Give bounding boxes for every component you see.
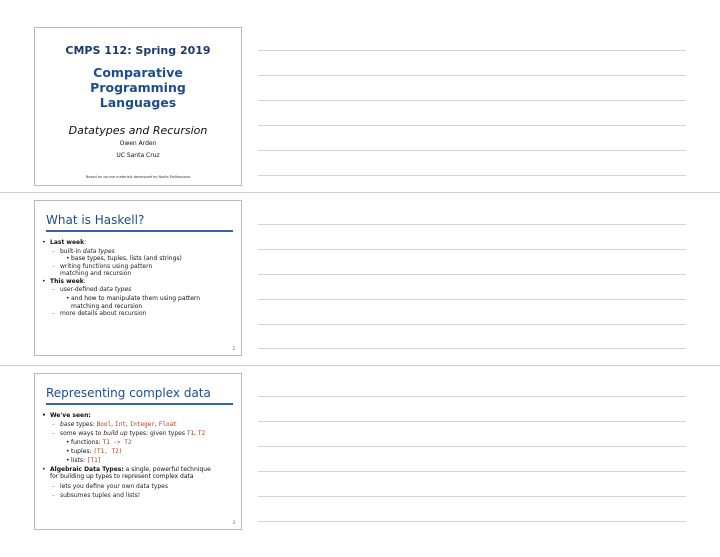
note-line bbox=[258, 471, 686, 472]
page-separator bbox=[0, 192, 720, 193]
course-name-line1: Comparative Programming bbox=[90, 65, 186, 95]
note-line bbox=[258, 274, 686, 275]
title-underline bbox=[46, 230, 233, 232]
bullet-this-week: This week: bbox=[42, 278, 235, 286]
slide-page-number: 3 bbox=[232, 520, 235, 525]
slide-title: What is Haskell? bbox=[46, 213, 145, 227]
title-underline bbox=[46, 403, 233, 405]
sub-bullet-more-details: more details about recursion bbox=[52, 310, 235, 318]
slide-thumbnail-2[interactable]: What is Haskell? Last week: built-in dat… bbox=[34, 200, 242, 356]
sub-bullet-builtin: built-in data types bbox=[52, 248, 235, 256]
institution: UC Santa Cruz bbox=[116, 152, 160, 159]
sub-bullet-subsumes: subsumes tuples and lists! bbox=[52, 492, 235, 500]
sub-sub-bullet-tuples: tuples: (T1, T2) bbox=[66, 448, 235, 456]
slide-thumbnail-3[interactable]: Representing complex data We've seen: ba… bbox=[34, 373, 242, 530]
note-line bbox=[258, 446, 686, 447]
note-line bbox=[258, 421, 686, 422]
note-line bbox=[258, 249, 686, 250]
sub-bullet-define-own: lets you define your own data types bbox=[52, 483, 235, 491]
slide-body: We've seen: base types: Bool, Int, Integ… bbox=[42, 412, 235, 500]
sub-sub-bullet-functions: functions: T1 -> T2 bbox=[66, 439, 235, 447]
author-name: Owen Arden bbox=[119, 140, 157, 147]
slide-title: Representing complex data bbox=[46, 386, 211, 400]
page-separator bbox=[0, 365, 720, 366]
sub-bullet-base-types: base types: Bool, Int, Integer, Float bbox=[52, 421, 235, 429]
sub-bullet-user-defined: user-defined data types bbox=[52, 286, 235, 294]
bullet-weve-seen: We've seen: bbox=[42, 412, 235, 420]
note-line bbox=[258, 50, 686, 51]
course-title: CMPS 112: Spring 2019 bbox=[65, 44, 211, 57]
note-line bbox=[258, 348, 686, 349]
note-line bbox=[258, 496, 686, 497]
course-name-line2: Languages bbox=[99, 95, 177, 110]
note-line bbox=[258, 175, 686, 176]
bullet-last-week: Last week: bbox=[42, 239, 235, 247]
note-line bbox=[258, 100, 686, 101]
bullet-algebraic-data-types: Algebraic Data Types: a single, powerful… bbox=[42, 466, 235, 481]
sub-bullet-build-up: some ways to build up types: given types… bbox=[52, 430, 235, 438]
sub-sub-bullet-lists: lists: [T1] bbox=[66, 457, 235, 465]
sub-bullet-writing-functions: writing functions using patternmatching … bbox=[52, 263, 235, 278]
note-line bbox=[258, 224, 686, 225]
note-line bbox=[258, 396, 686, 397]
note-line bbox=[258, 521, 686, 522]
sub-sub-bullet-base-types: base types, tuples, lists (and strings) bbox=[66, 255, 235, 263]
note-line bbox=[258, 299, 686, 300]
note-line bbox=[258, 324, 686, 325]
credit-note: Based on course materials developed by N… bbox=[86, 175, 190, 179]
slide-page-number: 2 bbox=[232, 346, 235, 351]
lecture-subtitle: Datatypes and Recursion bbox=[68, 124, 208, 137]
lecture-course-name: Comparative Programming Languages bbox=[45, 65, 231, 110]
note-line bbox=[258, 125, 686, 126]
slide-thumbnail-1[interactable]: CMPS 112: Spring 2019 Comparative Progra… bbox=[34, 27, 242, 186]
note-line bbox=[258, 150, 686, 151]
note-line bbox=[258, 75, 686, 76]
slide-body: Last week: built-in data types base type… bbox=[42, 239, 235, 318]
sub-sub-bullet-manipulate: and how to manipulate them using pattern… bbox=[66, 295, 235, 310]
